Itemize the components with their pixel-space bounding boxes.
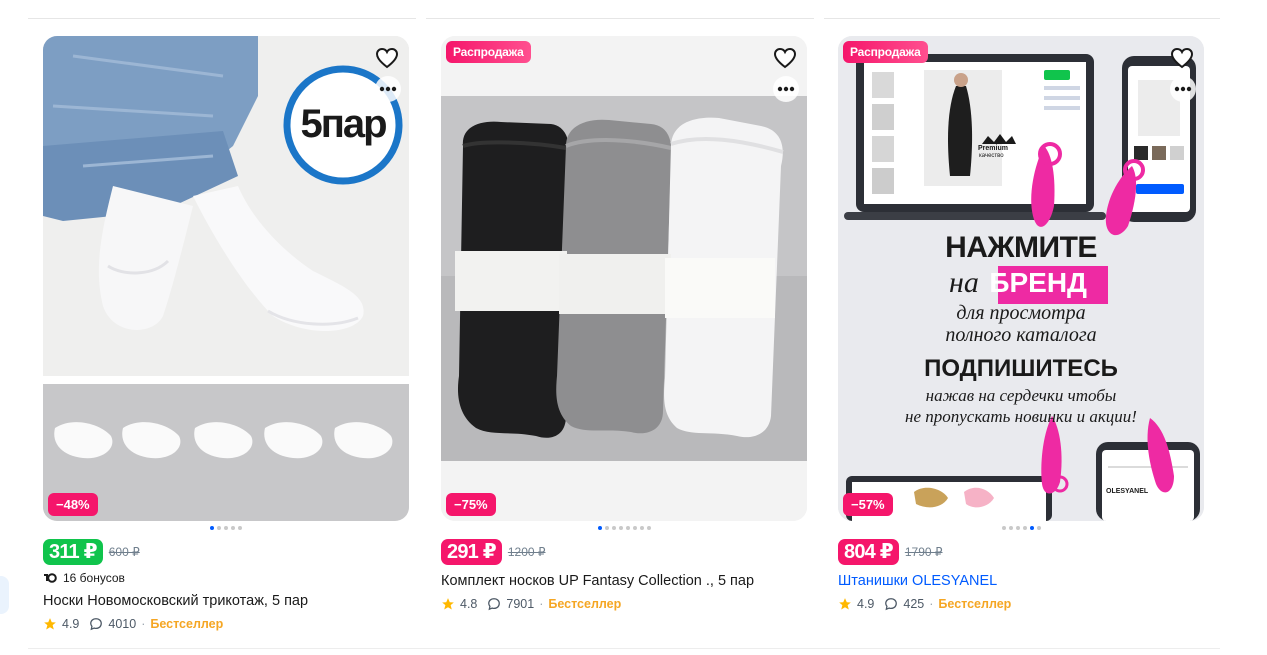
- product-meta: 4.9 425 · Бестселлер: [838, 595, 1204, 613]
- old-price: 600 ₽: [108, 545, 140, 559]
- bonus-icon: [43, 573, 57, 583]
- comment-icon: [884, 597, 898, 611]
- premium-label: Premium: [978, 145, 1008, 152]
- image-pagination[interactable]: [838, 526, 1204, 530]
- review-count: 4010: [108, 617, 137, 631]
- product-title[interactable]: Носки Новомосковский трикотаж, 5 пар: [43, 592, 409, 611]
- promo-line-2a: на: [949, 266, 979, 299]
- promo-line-5: ПОДПИШИТЕСЬ: [924, 355, 1118, 382]
- bestseller-label: Бестселлер: [938, 597, 1012, 611]
- rating-value: 4.9: [62, 617, 80, 631]
- top-divider: [28, 18, 1220, 19]
- heart-icon: [773, 47, 797, 69]
- product-image[interactable]: НАЖМИТЕ на БРЕНД для просмотра полного к…: [838, 36, 1204, 521]
- star-icon: [838, 597, 852, 611]
- product-card[interactable]: Распродажа −75% 291 ₽ 1200 ₽ Комплект но…: [441, 36, 807, 613]
- current-price: 291 ₽: [441, 539, 502, 565]
- product-card[interactable]: НАЖМИТЕ на БРЕНД для просмотра полного к…: [838, 36, 1204, 613]
- product-meta: 4.8 7901 · Бестселлер: [441, 595, 807, 613]
- more-dots-icon: [379, 86, 397, 92]
- star-icon: [43, 617, 57, 631]
- discount-badge: −75%: [446, 493, 496, 516]
- current-price: 804 ₽: [838, 539, 899, 565]
- pairs-badge-text: 5пар: [300, 102, 387, 146]
- more-options-button[interactable]: [773, 76, 799, 102]
- product-photo-sock-set: [441, 36, 807, 521]
- favorite-button[interactable]: [373, 44, 401, 72]
- bonus-text: 16 бонусов: [63, 571, 125, 585]
- heart-icon: [1170, 47, 1194, 69]
- promo-line-3: для просмотра: [956, 302, 1086, 324]
- more-dots-icon: [1174, 86, 1192, 92]
- bestseller-label: Бестселлер: [548, 597, 622, 611]
- promo-line-4: полного каталога: [945, 324, 1097, 346]
- premium-sub-label: качество: [979, 153, 1004, 159]
- comment-icon: [487, 597, 501, 611]
- discount-badge: −48%: [48, 493, 98, 516]
- more-options-button[interactable]: [1170, 76, 1196, 102]
- side-panel-edge[interactable]: [0, 576, 9, 614]
- brand-mini-label: OLESYANEL: [1106, 488, 1149, 495]
- promo-line-1: НАЖМИТЕ: [945, 231, 1097, 264]
- image-pagination[interactable]: [441, 526, 807, 530]
- old-price: 1200 ₽: [507, 545, 546, 559]
- bonus-row: 16 бонусов: [43, 570, 409, 586]
- image-pagination[interactable]: [43, 526, 409, 530]
- price-row: 311 ₽ 600 ₽: [43, 539, 409, 565]
- product-title[interactable]: Комплект носков UP Fantasy Collection .,…: [441, 572, 807, 591]
- sale-tag: Распродажа: [446, 41, 531, 63]
- price-row: 291 ₽ 1200 ₽: [441, 539, 807, 565]
- discount-badge: −57%: [843, 493, 893, 516]
- product-image[interactable]: Распродажа −75%: [441, 36, 807, 521]
- favorite-button[interactable]: [771, 44, 799, 72]
- bottom-divider: [28, 648, 1220, 649]
- more-options-button[interactable]: [375, 76, 401, 102]
- star-icon: [441, 597, 455, 611]
- product-card[interactable]: 5пар −48% 311 ₽ 600 ₽ 16 бонусов Носки Н…: [43, 36, 409, 633]
- comment-icon: [89, 617, 103, 631]
- bestseller-label: Бестселлер: [150, 617, 224, 631]
- more-dots-icon: [777, 86, 795, 92]
- current-price: 311 ₽: [43, 539, 103, 565]
- heart-icon: [375, 47, 399, 69]
- review-count: 7901: [506, 597, 535, 611]
- review-count: 425: [903, 597, 925, 611]
- old-price: 1790 ₽: [904, 545, 943, 559]
- sale-tag: Распродажа: [843, 41, 928, 63]
- promo-line-6: нажав на сердечки чтобы: [925, 386, 1117, 405]
- rating-value: 4.8: [460, 597, 478, 611]
- favorite-button[interactable]: [1168, 44, 1196, 72]
- promo-text: НАЖМИТЕ на БРЕНД для просмотра полного к…: [838, 232, 1204, 428]
- product-title[interactable]: Штанишки OLESYANEL: [838, 572, 1204, 591]
- rating-value: 4.9: [857, 597, 875, 611]
- product-meta: 4.9 4010 · Бестселлер: [43, 615, 409, 633]
- promo-line-7: не пропускать новинки и акции!: [905, 407, 1137, 426]
- product-image[interactable]: 5пар −48%: [43, 36, 409, 521]
- price-row: 804 ₽ 1790 ₽: [838, 539, 1204, 565]
- promo-brand-word: БРЕНД: [989, 267, 1087, 298]
